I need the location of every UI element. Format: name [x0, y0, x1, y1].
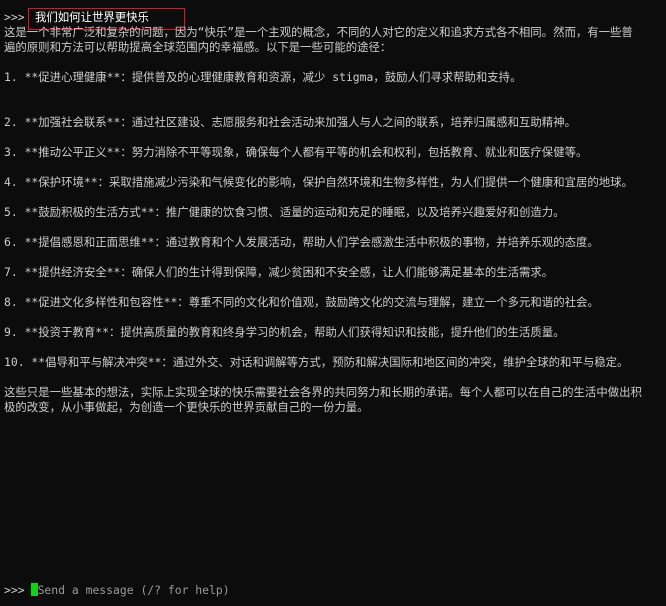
- text-cursor: [30, 583, 38, 596]
- response-intro: 这是一个非常广泛和复杂的问题，因为“快乐”是一个主观的概念，不同的人对它的定义和…: [4, 25, 633, 54]
- response-item-4: 4. **保护环境**：采取措施减少污染和气候变化的影响，保护自然环境和生物多样…: [4, 175, 633, 189]
- response-item-9: 9. **投资于教育**：提供高质量的教育和终身学习的机会，帮助人们获得知识和技…: [4, 325, 565, 339]
- assistant-response: 这是一个非常广泛和复杂的问题，因为“快乐”是一个主观的概念，不同的人对它的定义和…: [4, 25, 644, 415]
- input-prompt-symbol: >>>: [4, 583, 25, 597]
- response-item-6: 6. **提倡感恩和正面思维**：通过教育和个人发展活动，帮助人们学会感激生活中…: [4, 235, 599, 249]
- response-item-8: 8. **促进文化多样性和包容性**：尊重不同的文化和价值观，鼓励跨文化的交流与…: [4, 295, 599, 309]
- response-item-7: 7. **提供经济安全**：确保人们的生计得到保障，减少贫困和不安全感，让人们能…: [4, 265, 554, 279]
- user-query-text: 我们如何让世界更快乐: [35, 10, 149, 24]
- prompt-symbol: >>>: [4, 10, 25, 24]
- response-item-3: 3. **推动公平正义**：努力消除不平等现象，确保每个人都有平等的机会和权利，…: [4, 145, 588, 159]
- response-item-1: 1. **促进心理健康**：提供普及的心理健康教育和资源，减少 stigma，鼓…: [4, 70, 522, 84]
- message-input-line[interactable]: >>> Send a message (/? for help): [4, 583, 230, 598]
- response-item-5: 5. **鼓励积极的生活方式**：推广健康的饮食习惯、适量的运动和充足的睡眠，以…: [4, 205, 565, 219]
- response-conclusion: 这些只是一些基本的想法，实际上实现全球的快乐需要社会各界的共同努力和长期的承诺。…: [4, 385, 642, 414]
- response-item-10: 10. **倡导和平与解决冲突**：通过外交、对话和调解等方式，预防和解决国际和…: [4, 355, 629, 369]
- message-input-placeholder[interactable]: Send a message (/? for help): [38, 583, 230, 597]
- response-item-2: 2. **加强社会联系**：通过社区建设、志愿服务和社会活动来加强人与人之间的联…: [4, 115, 576, 129]
